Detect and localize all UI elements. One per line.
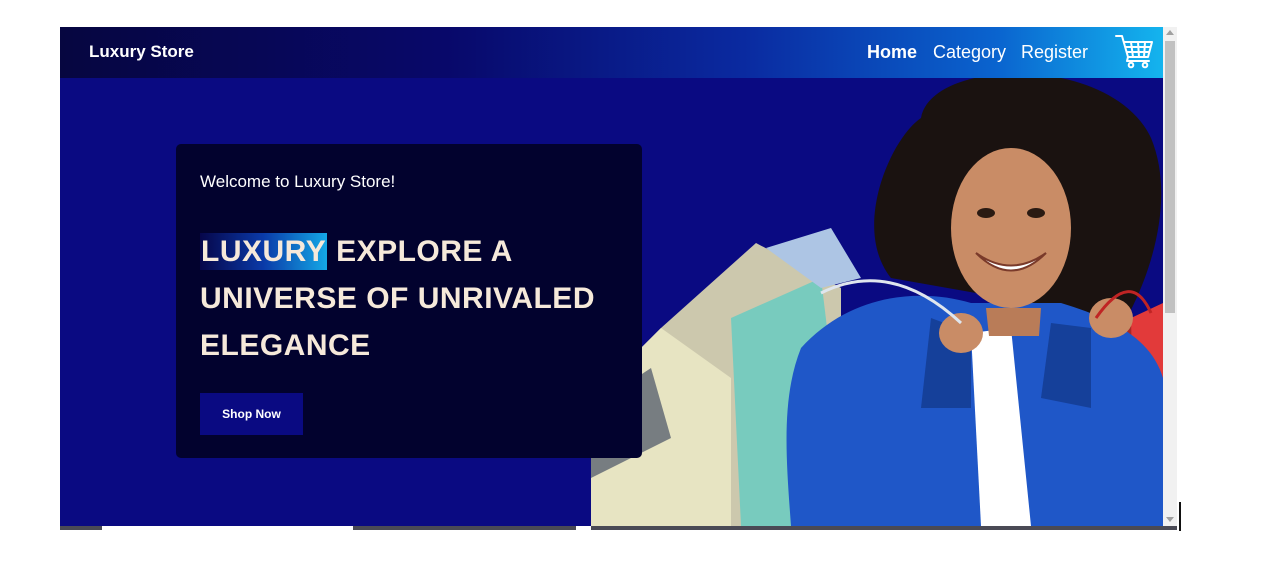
hero-headline: LUXURY EXPLORE A UNIVERSE OF UNRIVALED E… — [200, 228, 630, 369]
scrollbar-thumb[interactable] — [1165, 41, 1175, 313]
nav-link-home[interactable]: Home — [867, 42, 917, 63]
shop-now-button[interactable]: Shop Now — [200, 393, 303, 435]
bottom-edge-strip — [591, 526, 1177, 530]
nav-link-register[interactable]: Register — [1021, 42, 1088, 63]
vertical-scrollbar[interactable] — [1163, 27, 1177, 526]
hero-image — [591, 78, 1163, 526]
nav-link-category[interactable]: Category — [933, 42, 1006, 63]
shopping-cart-icon[interactable] — [1114, 33, 1154, 69]
welcome-text: Welcome to Luxury Store! — [200, 172, 396, 191]
headline-highlight: LUXURY — [200, 233, 328, 270]
brand-logo[interactable]: Luxury Store — [89, 42, 194, 62]
text-cursor — [1179, 502, 1181, 531]
navbar: Luxury Store Home Category Register — [60, 27, 1163, 78]
bottom-edge-strip — [60, 526, 102, 530]
scroll-up-arrow-icon[interactable] — [1166, 30, 1174, 35]
hero-card: Welcome to Luxury Store! LUXURY EXPLORE … — [176, 144, 642, 458]
page-viewport: Luxury Store Home Category Register Welc… — [60, 27, 1163, 526]
bottom-edge-strip — [353, 526, 576, 530]
scroll-down-arrow-icon[interactable] — [1166, 517, 1174, 522]
